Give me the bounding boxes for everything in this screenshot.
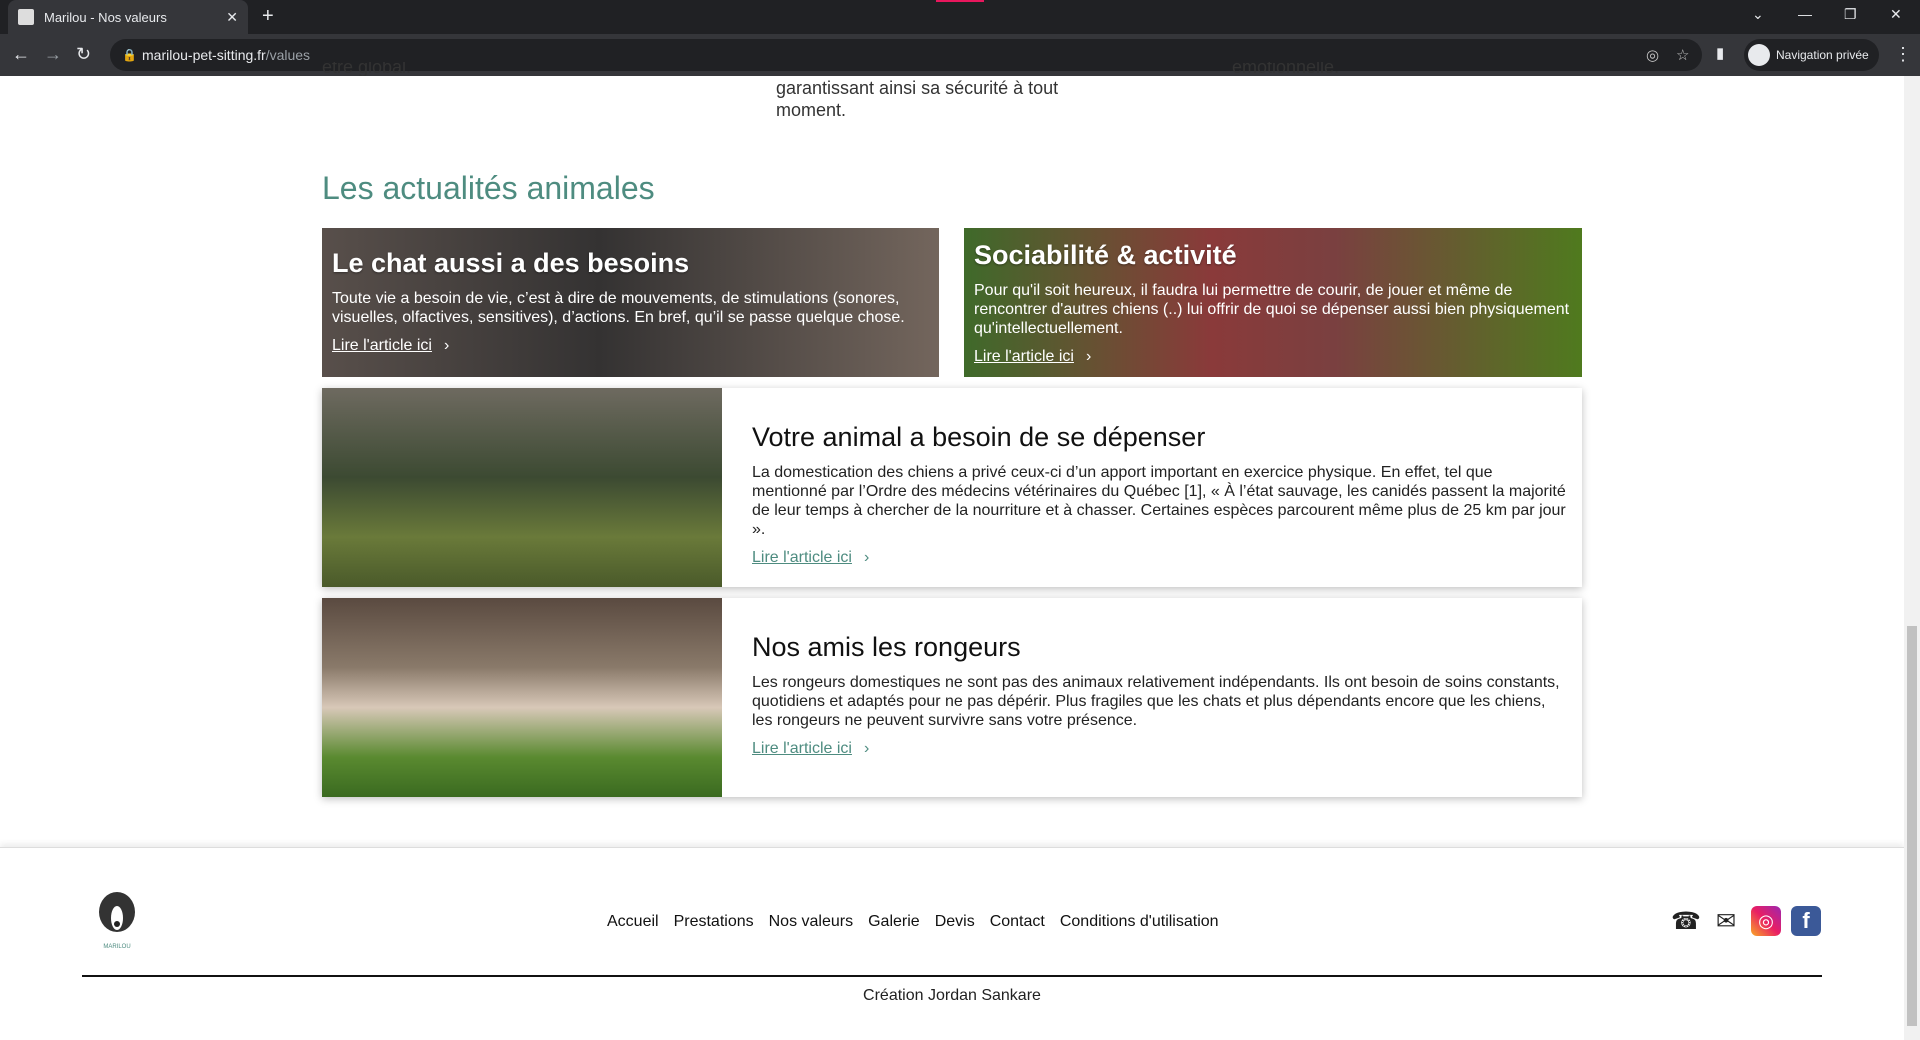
forward-icon[interactable]: → (44, 44, 62, 65)
text-fragment: émotionnelle. (1232, 62, 1340, 76)
card-title: Le chat aussi a des besoins (332, 248, 690, 278)
svg-text:MARILOU: MARILOU (103, 944, 130, 950)
footer-link-prestations[interactable]: Prestations (674, 913, 754, 931)
lock-icon: 🔒 (122, 48, 137, 62)
side-panel-icon[interactable]: ▮ (1716, 44, 1724, 62)
card-text: Pour qu'il soit heureux, il faudra lui p… (974, 282, 1570, 337)
private-label: Navigation privée (1776, 48, 1869, 62)
footer-link-conditions[interactable]: Conditions d'utilisation (1060, 913, 1219, 931)
address-bar-row: ← → ↻ 🔒 marilou-pet-sitting.fr/values ◎ … (0, 34, 1920, 76)
minimize-button[interactable]: — (1798, 6, 1812, 22)
chevron-right-icon: › (443, 337, 450, 354)
tab-bar: Marilou - Nos valeurs ✕ + ⌄ — ❐ ✕ (0, 0, 1920, 34)
footer-nav: Accueil Prestations Nos valeurs Galerie … (607, 913, 1219, 931)
card-text: La domestication des chiens a privé ceux… (752, 464, 1566, 538)
close-tab-icon[interactable]: ✕ (226, 9, 238, 26)
chevron-right-icon: › (1085, 348, 1092, 365)
instagram-icon[interactable]: ◎ (1751, 906, 1781, 936)
read-article-link[interactable]: Lire l'article ici › (752, 740, 869, 758)
phone-icon[interactable]: ☎ (1671, 906, 1701, 936)
text-fragment: garantissant ainsi sa sécurité à tout mo… (776, 78, 1059, 120)
card-text: Les rongeurs domestiques ne sont pas des… (752, 674, 1560, 729)
article-row-rodents: Nos amis les rongeurs Les rongeurs domes… (322, 598, 1582, 797)
reload-icon[interactable]: ↻ (76, 44, 91, 65)
article-card-cat: Le chat aussi a des besoins Toute vie a … (322, 228, 939, 377)
footer-link-galerie[interactable]: Galerie (868, 913, 920, 931)
bookmark-star-icon[interactable]: ☆ (1676, 46, 1689, 64)
scrollbar-thumb[interactable] (1907, 626, 1917, 1026)
footer-link-devis[interactable]: Devis (935, 913, 975, 931)
dog-image (322, 388, 722, 587)
article-row-exercise: Votre animal a besoin de se dépenser La … (322, 388, 1582, 587)
logo[interactable]: MARILOU (82, 888, 152, 958)
card-text: Toute vie a besoin de vie, c’est à dire … (332, 290, 905, 326)
incognito-icon (1748, 44, 1770, 66)
read-article-link[interactable]: Lire l'article ici › (752, 549, 869, 567)
url-path: /values (265, 47, 311, 63)
footer-divider (82, 975, 1822, 977)
chevron-right-icon: › (863, 740, 870, 757)
card-title: Nos amis les rongeurs (752, 632, 1021, 662)
eye-off-icon[interactable]: ◎ (1646, 46, 1659, 64)
chevron-right-icon: › (863, 549, 870, 566)
scrollbar[interactable] (1904, 76, 1920, 1040)
section-title: Les actualités animales (322, 170, 655, 206)
tab-title: Marilou - Nos valeurs (44, 9, 167, 25)
text-fragment: être global. (322, 62, 412, 76)
footer-link-accueil[interactable]: Accueil (607, 913, 659, 931)
card-title: Sociabilité & activité (974, 240, 1237, 270)
menu-icon[interactable]: ⋮ (1894, 44, 1912, 65)
read-article-link[interactable]: Lire l'article ici › (974, 348, 1091, 366)
article-card-sociability: Sociabilité & activité Pour qu'il soit h… (964, 228, 1582, 377)
favicon-icon (18, 9, 34, 25)
indicator (936, 0, 984, 2)
read-article-link[interactable]: Lire l'article ici › (332, 337, 449, 355)
guinea-pigs-image (322, 598, 722, 797)
facebook-icon[interactable]: f (1791, 906, 1821, 936)
restore-button[interactable]: ❐ (1844, 6, 1857, 23)
back-icon[interactable]: ← (12, 44, 30, 65)
url-host: marilou-pet-sitting.fr (142, 47, 266, 63)
footer-link-contact[interactable]: Contact (990, 913, 1045, 931)
mail-icon[interactable]: ✉ (1711, 906, 1741, 936)
browser-tab[interactable]: Marilou - Nos valeurs ✕ (8, 0, 248, 34)
footer-link-nos-valeurs[interactable]: Nos valeurs (769, 913, 853, 931)
private-mode-badge[interactable]: Navigation privée (1744, 39, 1879, 71)
footer: MARILOU Accueil Prestations Nos valeurs … (0, 847, 1904, 1040)
card-title: Votre animal a besoin de se dépenser (752, 422, 1206, 452)
close-window-button[interactable]: ✕ (1890, 6, 1902, 23)
new-tab-button[interactable]: + (262, 5, 274, 28)
credit-text: Création Jordan Sankare (863, 987, 1041, 1004)
tab-search-icon[interactable]: ⌄ (1752, 6, 1764, 23)
contact-icons: ☎ ✉ ◎ f (1671, 906, 1821, 936)
